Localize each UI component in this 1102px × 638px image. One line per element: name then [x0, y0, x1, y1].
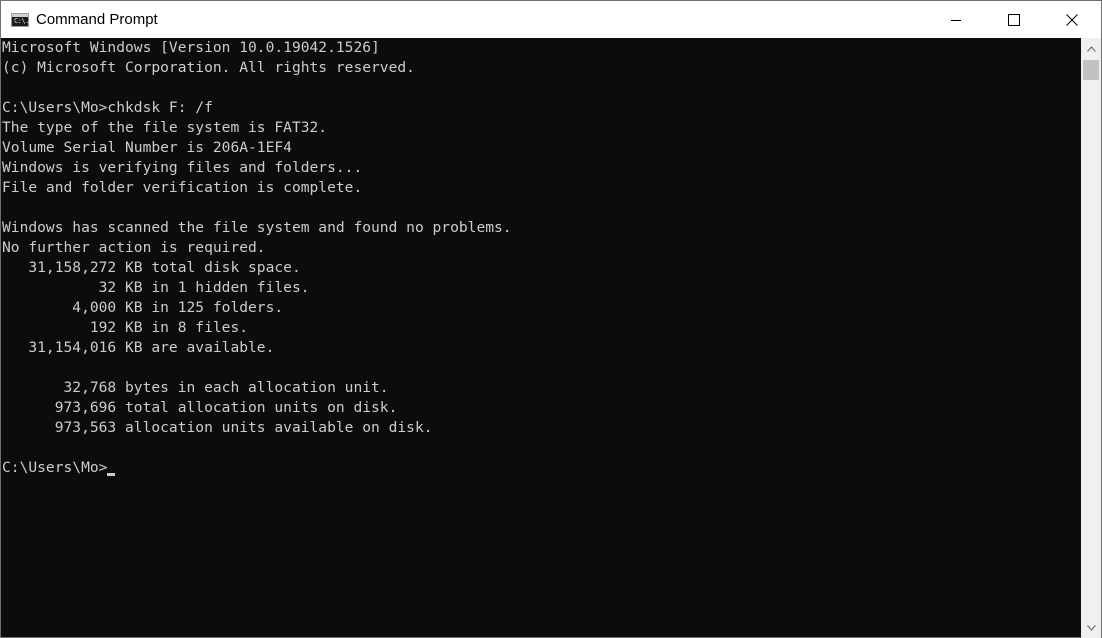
chevron-up-icon [1086, 45, 1096, 52]
maximize-icon [1008, 13, 1020, 26]
console-output[interactable]: Microsoft Windows [Version 10.0.19042.15… [1, 38, 1081, 638]
scroll-down-button[interactable] [1081, 619, 1101, 636]
console-line: The type of the file system is FAT32. [2, 119, 328, 136]
close-icon [1066, 13, 1078, 26]
title-bar[interactable]: C:\. Command Prompt [1, 1, 1101, 38]
cmd-app-icon[interactable]: C:\. [11, 12, 29, 27]
console-line: 32 KB in 1 hidden files. [2, 279, 310, 296]
command-prompt-window: C:\. Command Prompt Microsoft Windows [V… [0, 0, 1102, 638]
text-cursor [107, 473, 116, 476]
console-line: Windows is verifying files and folders..… [2, 159, 363, 176]
console-line: (c) Microsoft Corporation. All rights re… [2, 59, 415, 76]
console-line: 32,768 bytes in each allocation unit. [2, 379, 389, 396]
console-line: File and folder verification is complete… [2, 179, 363, 196]
minimize-icon [951, 19, 961, 21]
close-button[interactable] [1043, 1, 1101, 38]
console-text: Microsoft Windows [Version 10.0.19042.15… [1, 38, 1081, 478]
maximize-button[interactable] [985, 1, 1043, 38]
console-line: Microsoft Windows [Version 10.0.19042.15… [2, 39, 380, 56]
console-line: 31,154,016 KB are available. [2, 339, 275, 356]
prompt-text: C:\Users\Mo> [2, 459, 108, 476]
chevron-down-icon [1086, 624, 1096, 631]
console-line: 973,563 allocation units available on di… [2, 419, 433, 436]
console-line: 4,000 KB in 125 folders. [2, 299, 284, 316]
scroll-thumb[interactable] [1083, 60, 1099, 80]
console-line: 973,696 total allocation units on disk. [2, 399, 398, 416]
window-title: Command Prompt [36, 11, 158, 28]
console-line: C:\Users\Mo>chkdsk F: /f [2, 99, 213, 116]
console-line: No further action is required. [2, 239, 266, 256]
caption-buttons [927, 1, 1101, 38]
console-line: Windows has scanned the file system and … [2, 219, 512, 236]
cmd-app-icon-text: C:\. [14, 16, 29, 25]
vertical-scrollbar[interactable] [1081, 38, 1101, 638]
minimize-button[interactable] [927, 1, 985, 38]
console-line: Volume Serial Number is 206A-1EF4 [2, 139, 292, 156]
console-line: 31,158,272 KB total disk space. [2, 259, 301, 276]
prompt-line[interactable]: C:\Users\Mo> [2, 458, 1081, 478]
scroll-up-button[interactable] [1081, 40, 1101, 57]
console-line: 192 KB in 8 files. [2, 319, 249, 336]
